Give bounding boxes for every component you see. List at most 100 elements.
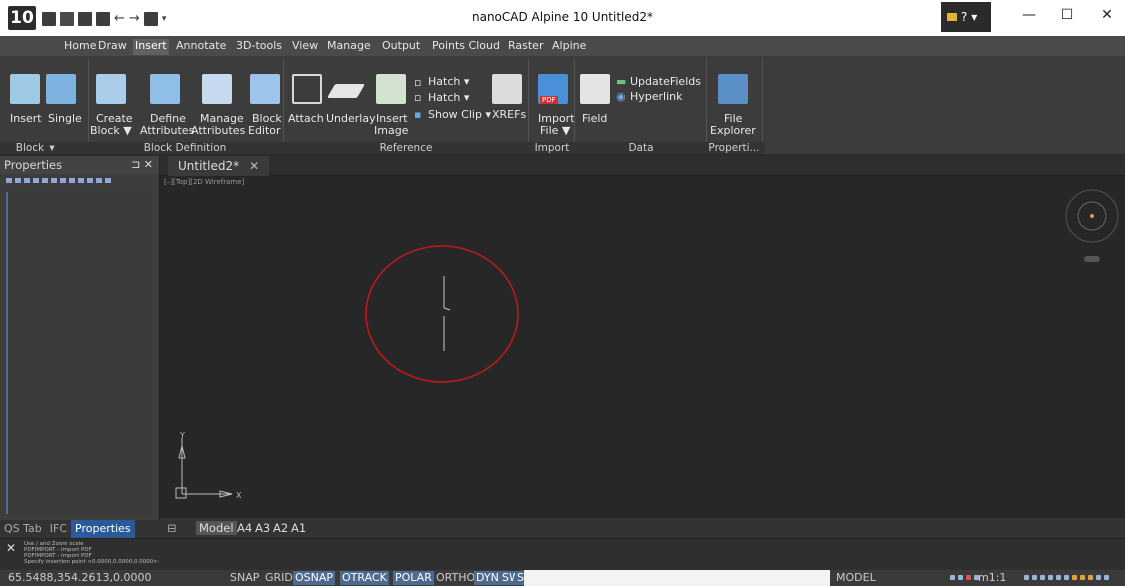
- close-tab-icon[interactable]: ✕: [249, 159, 259, 173]
- file-explorer-button[interactable]: [716, 74, 750, 106]
- attach-button[interactable]: [290, 74, 324, 106]
- toolbar-icon[interactable]: [33, 178, 39, 183]
- pin-close-icon[interactable]: ⊐ ✕: [131, 156, 153, 174]
- layout-tabs: ⊟ Model A4 A3 A2 A1: [160, 518, 1125, 538]
- chevron-down-icon[interactable]: ▾: [46, 142, 58, 154]
- minimize-button[interactable]: —: [1014, 7, 1044, 23]
- underlay-button[interactable]: [326, 74, 366, 100]
- nanocad-window: 10 ← → ▾ nanoCAD Alpine 10 Untitled2* ? …: [0, 0, 1125, 586]
- status-icon[interactable]: [1064, 575, 1069, 580]
- tab-properties[interactable]: Properties: [71, 520, 135, 538]
- tab-output[interactable]: Output: [380, 39, 422, 55]
- status-icon[interactable]: [1024, 575, 1029, 580]
- tab-manage[interactable]: Manage: [325, 39, 373, 55]
- maximize-button[interactable]: ☐: [1052, 7, 1082, 23]
- status-icon[interactable]: [1040, 575, 1045, 580]
- tab-alpine[interactable]: Alpine: [550, 39, 588, 55]
- status-icon[interactable]: [1032, 575, 1037, 580]
- hyperlink-button[interactable]: Hyperlink: [630, 90, 683, 103]
- document-tabs: Untitled2* ✕: [160, 156, 1125, 176]
- status-icon[interactable]: [950, 575, 955, 580]
- hatch-button-1[interactable]: Hatch ▾: [428, 75, 469, 88]
- tab-draw[interactable]: Draw: [96, 39, 129, 55]
- status-icon[interactable]: [1096, 575, 1101, 580]
- ortho-toggle[interactable]: ORTHO: [434, 571, 477, 585]
- update-fields-button[interactable]: UpdateFields: [630, 75, 701, 88]
- tab-model[interactable]: Model: [196, 521, 237, 535]
- field-button[interactable]: [578, 74, 612, 106]
- toolbar-icon[interactable]: [15, 178, 21, 183]
- tab-points-cloud[interactable]: Points Cloud: [430, 39, 502, 55]
- single-button[interactable]: [44, 74, 78, 106]
- annotation-scale[interactable]: m1:1: [978, 571, 1006, 584]
- toolbar-icon[interactable]: [6, 178, 12, 183]
- panel-title-import[interactable]: Import: [530, 142, 574, 154]
- status-icon[interactable]: [966, 575, 971, 580]
- status-icon[interactable]: [1088, 575, 1093, 580]
- update-fields-icon: ▬: [616, 75, 627, 88]
- create-block-button[interactable]: [94, 74, 128, 106]
- tab-annotate[interactable]: Annotate: [174, 39, 228, 55]
- manage-attributes-button[interactable]: [200, 74, 234, 106]
- drawing-canvas[interactable]: [–][Top][2D Wireframe] Y X: [160, 176, 1125, 518]
- tab-3d-tools[interactable]: 3D-tools: [234, 39, 284, 55]
- ucs-y-label: Y: [179, 431, 185, 440]
- toolbar-icon[interactable]: [60, 178, 66, 183]
- define-attributes-button[interactable]: [148, 74, 182, 106]
- properties-palette: Properties ⊐ ✕ QS Tab IFC Properties: [0, 156, 160, 538]
- status-icons-left: [950, 575, 979, 580]
- status-input-field[interactable]: [524, 570, 830, 586]
- import-file-button[interactable]: PDF: [536, 74, 570, 106]
- hatch-ref-icon-2: ▫: [414, 91, 422, 104]
- close-command-icon[interactable]: ✕: [6, 541, 16, 555]
- polar-toggle[interactable]: POLAR: [393, 571, 434, 585]
- toolbar-icon[interactable]: [42, 178, 48, 183]
- model-space-label[interactable]: MODEL: [836, 571, 876, 584]
- show-clip-button[interactable]: Show Clip ▾: [428, 108, 491, 121]
- tab-view[interactable]: View: [290, 39, 320, 55]
- snap-toggle[interactable]: SNAP: [228, 571, 261, 585]
- xrefs-button[interactable]: [490, 74, 524, 106]
- toolbar-icon[interactable]: [87, 178, 93, 183]
- tab-raster[interactable]: Raster: [506, 39, 545, 55]
- status-icon[interactable]: [1104, 575, 1109, 580]
- toolbar-icon[interactable]: [51, 178, 57, 183]
- panel-title-block-definition[interactable]: Block Definition: [90, 142, 280, 154]
- attach-icon: [292, 74, 322, 104]
- status-icon[interactable]: [1056, 575, 1061, 580]
- insert-block-button[interactable]: [8, 74, 42, 106]
- panel-title-reference[interactable]: Reference: [284, 142, 528, 154]
- help-button[interactable]: ? ▾: [941, 2, 991, 32]
- tab-a1[interactable]: A1: [288, 521, 309, 535]
- status-icon[interactable]: [1080, 575, 1085, 580]
- dyn-toggle[interactable]: DYN: [474, 571, 501, 585]
- status-icon[interactable]: [1048, 575, 1053, 580]
- ribbon: Insert Single Create Block ▼ Define Attr…: [0, 56, 1125, 154]
- close-button[interactable]: ✕: [1092, 7, 1122, 23]
- nav-wheel-button[interactable]: [1084, 256, 1100, 262]
- hatch-button-2[interactable]: Hatch ▾: [428, 91, 469, 104]
- status-icon[interactable]: [958, 575, 963, 580]
- insert-image-button[interactable]: [374, 74, 408, 106]
- toolbar-icon[interactable]: [96, 178, 102, 183]
- tab-ifc[interactable]: IFC: [46, 520, 71, 538]
- cursor-tick: [443, 307, 451, 311]
- toolbar-icon[interactable]: [69, 178, 75, 183]
- command-line[interactable]: ✕ Use / and Zoom scale PDFIMPORT - Impor…: [0, 538, 1125, 570]
- document-tab[interactable]: Untitled2* ✕: [168, 156, 270, 176]
- toolbar-icon[interactable]: [78, 178, 84, 183]
- define-attributes-label-2: Attributes: [140, 124, 195, 137]
- tab-home[interactable]: Home: [62, 39, 98, 55]
- block-editor-button[interactable]: [248, 74, 282, 106]
- grid-toggle[interactable]: GRID: [263, 571, 295, 585]
- osnap-toggle[interactable]: OSNAP: [293, 571, 336, 585]
- layout-menu-icon[interactable]: ⊟: [164, 521, 180, 535]
- toolbar-icon[interactable]: [24, 178, 30, 183]
- tab-insert[interactable]: Insert: [133, 39, 169, 55]
- insert-block-icon: [10, 74, 40, 104]
- block-editor-label-2: Editor: [248, 124, 281, 137]
- toolbar-icon[interactable]: [105, 178, 111, 183]
- tab-qs[interactable]: QS Tab: [0, 520, 46, 538]
- status-icon[interactable]: [1072, 575, 1077, 580]
- otrack-toggle[interactable]: OTRACK: [340, 571, 389, 585]
